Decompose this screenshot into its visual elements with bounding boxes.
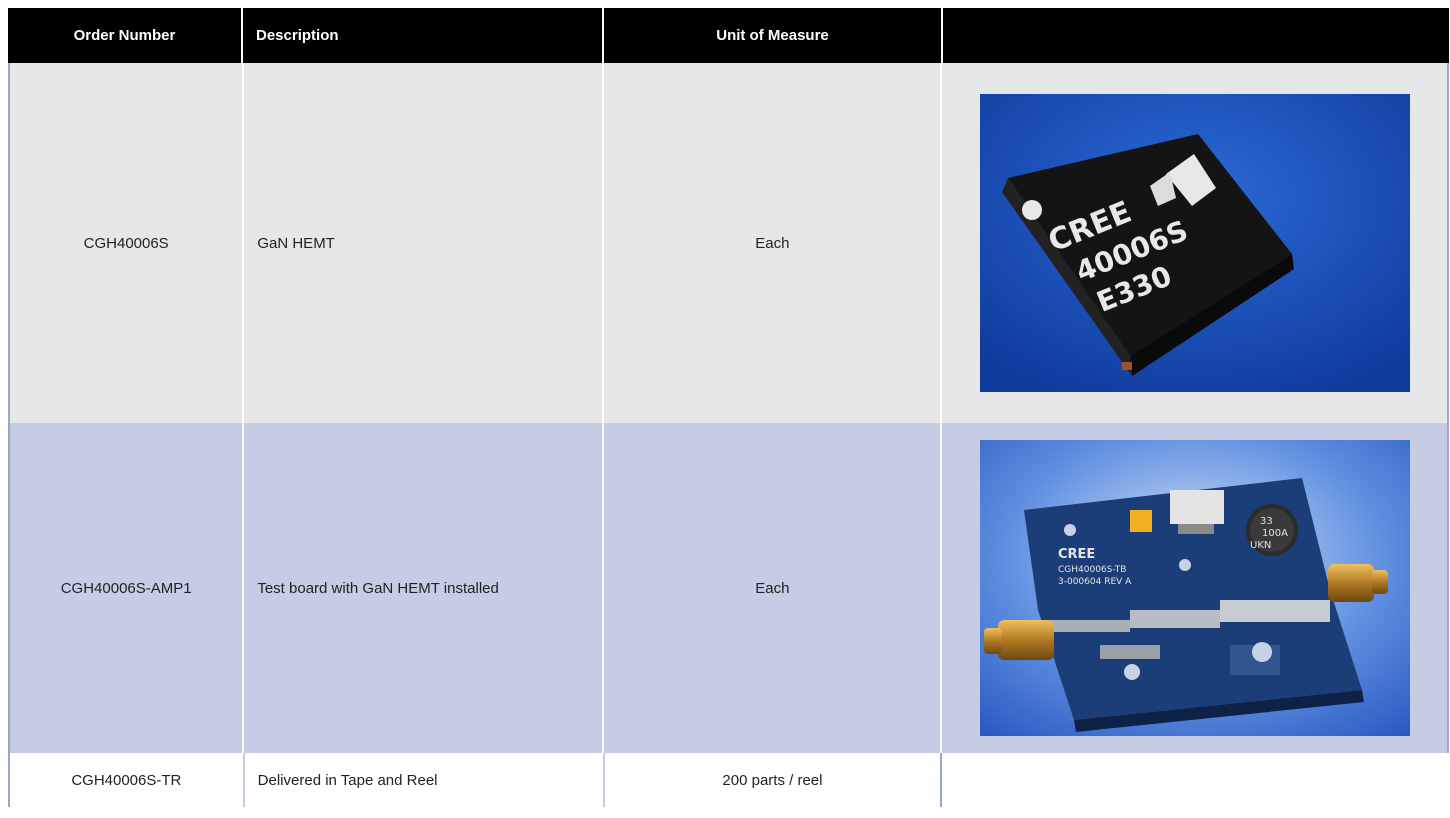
- unit-cell: Each: [602, 63, 940, 423]
- table-row: CGH40006S-TR Delivered in Tape and Reel …: [8, 753, 1449, 807]
- board-label-rev: 3-000604 REV A: [1058, 577, 1132, 587]
- image-cell: 33 100A UKN CREE CGH40006S-TB 3-000604 R…: [940, 423, 1447, 753]
- capacitor-label-2: 100A: [1262, 528, 1288, 539]
- column-header-order-number: Order Number: [73, 27, 176, 44]
- table-row: CGH40006S GaN HEMT Each CREE 40006S E330: [8, 63, 1449, 423]
- board-label-cree: CREE: [1058, 547, 1095, 562]
- image-cell: CREE 40006S E330: [940, 63, 1447, 423]
- table-row: CGH40006S-AMP1 Test board with GaN HEMT …: [8, 423, 1449, 753]
- test-board-photo: 33 100A UKN CREE CGH40006S-TB 3-000604 R…: [979, 440, 1410, 736]
- column-header-image: [941, 8, 1449, 63]
- unit-cell: Each: [602, 423, 940, 753]
- order-number-cell: CGH40006S-AMP1: [60, 579, 192, 597]
- order-number-cell: CGH40006S-TR: [71, 771, 182, 789]
- board-label-part: CGH40006S-TB: [1058, 565, 1126, 575]
- table-header: Order Number Description Unit of Measure: [8, 8, 1449, 63]
- unit-cell: 200 parts / reel: [603, 753, 942, 807]
- description-cell: GaN HEMT: [242, 63, 602, 423]
- column-header-unit-of-measure: Unit of Measure: [602, 8, 941, 63]
- capacitor-label-3: UKN: [1250, 540, 1271, 551]
- description-cell: Test board with GaN HEMT installed: [242, 423, 602, 753]
- order-number-cell: CGH40006S: [83, 234, 169, 252]
- transistor-package-photo: CREE 40006S E330: [979, 94, 1410, 392]
- ordering-table: Order Number Description Unit of Measure…: [8, 8, 1449, 807]
- capacitor-label-1: 33: [1260, 516, 1273, 527]
- image-cell: [942, 753, 1449, 807]
- column-header-description: Description: [241, 8, 602, 63]
- description-cell: Delivered in Tape and Reel: [242, 753, 604, 807]
